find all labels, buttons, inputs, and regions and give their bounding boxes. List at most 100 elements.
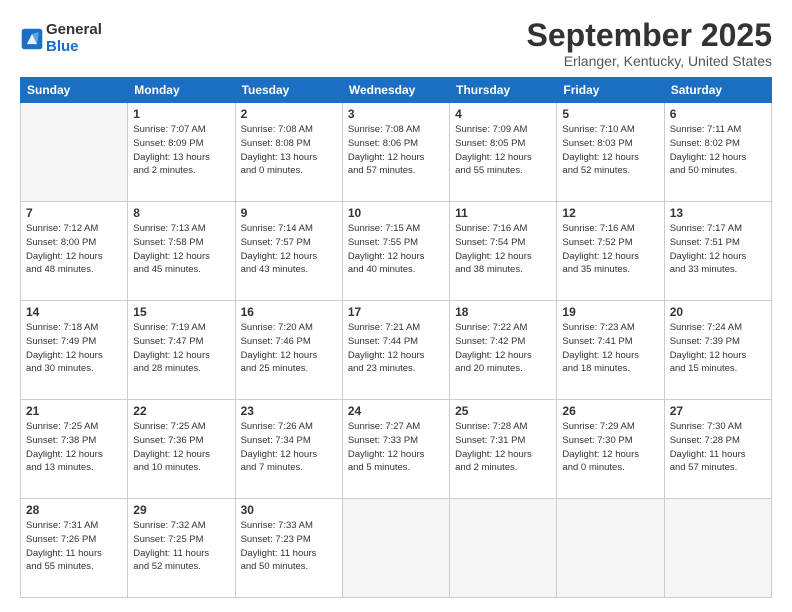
day-number: 2 — [241, 107, 337, 121]
calendar-cell: 25 Sunrise: 7:28 AMSunset: 7:31 PMDayligh… — [450, 400, 557, 499]
day-number: 22 — [133, 404, 229, 418]
calendar-header-tuesday: Tuesday — [235, 78, 342, 103]
calendar-cell: 13 Sunrise: 7:17 AMSunset: 7:51 PMDayligh… — [664, 202, 771, 301]
calendar-header-thursday: Thursday — [450, 78, 557, 103]
day-info: Sunrise: 7:24 AMSunset: 7:39 PMDaylight:… — [670, 321, 766, 376]
calendar-cell: 3Sunrise: 7:08 AMSunset: 8:06 PMDaylight… — [342, 103, 449, 202]
calendar-cell — [664, 499, 771, 598]
calendar-week-row: 14Sunrise: 7:18 AMSunset: 7:49 PMDayligh… — [21, 301, 772, 400]
day-number: 25 — [455, 404, 551, 418]
day-number: 20 — [670, 305, 766, 319]
calendar-cell: 21 Sunrise: 7:25 AMSunset: 7:38 PMDayligh… — [21, 400, 128, 499]
day-number: 9 — [241, 206, 337, 220]
calendar-cell: 27 Sunrise: 7:30 AMSunset: 7:28 PMDayligh… — [664, 400, 771, 499]
day-info: Sunrise: 7:12 AMSunset: 8:00 PMDaylight:… — [26, 222, 122, 277]
calendar-cell: 29 Sunrise: 7:32 AMSunset: 7:25 PMDayligh… — [128, 499, 235, 598]
calendar-cell: 23Sunrise: 7:26 AMSunset: 7:34 PMDayligh… — [235, 400, 342, 499]
calendar-cell: 19Sunrise: 7:23 AMSunset: 7:41 PMDayligh… — [557, 301, 664, 400]
calendar-cell: 26Sunrise: 7:29 AMSunset: 7:30 PMDayligh… — [557, 400, 664, 499]
day-info: Sunrise: 7:31 AMSunset: 7:26 PMDaylight:… — [26, 519, 122, 574]
logo: General Blue — [20, 22, 102, 55]
calendar-cell: 22 Sunrise: 7:25 AMSunset: 7:36 PMDayligh… — [128, 400, 235, 499]
month-title: September 2025 — [527, 18, 772, 53]
day-number: 4 — [455, 107, 551, 121]
day-info: Sunrise: 7:25 AMSunset: 7:36 PMDaylight:… — [133, 420, 229, 475]
calendar-header-saturday: Saturday — [664, 78, 771, 103]
day-number: 15 — [133, 305, 229, 319]
day-number: 24 — [348, 404, 444, 418]
day-number: 19 — [562, 305, 658, 319]
day-info: Sunrise: 7:29 AMSunset: 7:30 PMDaylight:… — [562, 420, 658, 475]
day-info: Sunrise: 7:10 AMSunset: 8:03 PMDaylight:… — [562, 123, 658, 178]
day-number: 30 — [241, 503, 337, 517]
day-info: Sunrise: 7:27 AMSunset: 7:33 PMDaylight:… — [348, 420, 444, 475]
calendar-cell: 17Sunrise: 7:21 AMSunset: 7:44 PMDayligh… — [342, 301, 449, 400]
logo-icon — [20, 27, 44, 51]
day-info: Sunrise: 7:17 AMSunset: 7:51 PMDaylight:… — [670, 222, 766, 277]
day-info: Sunrise: 7:08 AMSunset: 8:08 PMDaylight:… — [241, 123, 337, 178]
calendar-week-row: 21 Sunrise: 7:25 AMSunset: 7:38 PMDayligh… — [21, 400, 772, 499]
calendar-header-friday: Friday — [557, 78, 664, 103]
day-number: 18 — [455, 305, 551, 319]
calendar-header-row: SundayMondayTuesdayWednesdayThursdayFrid… — [21, 78, 772, 103]
calendar-cell: 1 Sunrise: 7:07 AMSunset: 8:09 PMDaylight… — [128, 103, 235, 202]
calendar: SundayMondayTuesdayWednesdayThursdayFrid… — [20, 77, 772, 598]
calendar-cell: 16Sunrise: 7:20 AMSunset: 7:46 PMDayligh… — [235, 301, 342, 400]
day-number: 11 — [455, 206, 551, 220]
location-title: Erlanger, Kentucky, United States — [527, 53, 772, 69]
day-number: 16 — [241, 305, 337, 319]
calendar-cell: 11 Sunrise: 7:16 AMSunset: 7:54 PMDayligh… — [450, 202, 557, 301]
day-info: Sunrise: 7:16 AMSunset: 7:54 PMDaylight:… — [455, 222, 551, 277]
calendar-cell: 30 Sunrise: 7:33 AMSunset: 7:23 PMDayligh… — [235, 499, 342, 598]
day-info: Sunrise: 7:14 AMSunset: 7:57 PMDaylight:… — [241, 222, 337, 277]
day-info: Sunrise: 7:13 AMSunset: 7:58 PMDaylight:… — [133, 222, 229, 277]
logo-general: General — [46, 22, 102, 39]
calendar-cell — [450, 499, 557, 598]
calendar-week-row: 28Sunrise: 7:31 AMSunset: 7:26 PMDayligh… — [21, 499, 772, 598]
day-info: Sunrise: 7:09 AMSunset: 8:05 PMDaylight:… — [455, 123, 551, 178]
day-number: 14 — [26, 305, 122, 319]
day-info: Sunrise: 7:28 AMSunset: 7:31 PMDaylight:… — [455, 420, 551, 475]
day-number: 3 — [348, 107, 444, 121]
day-number: 27 — [670, 404, 766, 418]
logo-blue: Blue — [46, 39, 102, 56]
day-number: 29 — [133, 503, 229, 517]
day-info: Sunrise: 7:19 AMSunset: 7:47 PMDaylight:… — [133, 321, 229, 376]
day-info: Sunrise: 7:32 AMSunset: 7:25 PMDaylight:… — [133, 519, 229, 574]
day-info: Sunrise: 7:25 AMSunset: 7:38 PMDaylight:… — [26, 420, 122, 475]
day-number: 13 — [670, 206, 766, 220]
calendar-cell: 15 Sunrise: 7:19 AMSunset: 7:47 PMDayligh… — [128, 301, 235, 400]
day-number: 12 — [562, 206, 658, 220]
calendar-cell: 4 Sunrise: 7:09 AMSunset: 8:05 PMDaylight… — [450, 103, 557, 202]
day-number: 1 — [133, 107, 229, 121]
calendar-cell: 9 Sunrise: 7:14 AMSunset: 7:57 PMDaylight… — [235, 202, 342, 301]
calendar-cell — [342, 499, 449, 598]
day-info: Sunrise: 7:15 AMSunset: 7:55 PMDaylight:… — [348, 222, 444, 277]
day-number: 8 — [133, 206, 229, 220]
calendar-header-monday: Monday — [128, 78, 235, 103]
calendar-header-sunday: Sunday — [21, 78, 128, 103]
day-info: Sunrise: 7:30 AMSunset: 7:28 PMDaylight:… — [670, 420, 766, 475]
day-info: Sunrise: 7:33 AMSunset: 7:23 PMDaylight:… — [241, 519, 337, 574]
day-info: Sunrise: 7:16 AMSunset: 7:52 PMDaylight:… — [562, 222, 658, 277]
day-number: 21 — [26, 404, 122, 418]
calendar-cell: 6 Sunrise: 7:11 AMSunset: 8:02 PMDaylight… — [664, 103, 771, 202]
calendar-cell: 20 Sunrise: 7:24 AMSunset: 7:39 PMDayligh… — [664, 301, 771, 400]
calendar-week-row: 1 Sunrise: 7:07 AMSunset: 8:09 PMDaylight… — [21, 103, 772, 202]
day-number: 10 — [348, 206, 444, 220]
title-area: September 2025 Erlanger, Kentucky, Unite… — [527, 18, 772, 69]
day-number: 23 — [241, 404, 337, 418]
day-info: Sunrise: 7:11 AMSunset: 8:02 PMDaylight:… — [670, 123, 766, 178]
logo-text: General Blue — [46, 22, 102, 55]
calendar-cell: 7Sunrise: 7:12 AMSunset: 8:00 PMDaylight… — [21, 202, 128, 301]
calendar-header-wednesday: Wednesday — [342, 78, 449, 103]
calendar-cell — [557, 499, 664, 598]
day-number: 6 — [670, 107, 766, 121]
calendar-cell: 12 Sunrise: 7:16 AMSunset: 7:52 PMDayligh… — [557, 202, 664, 301]
header: General Blue September 2025 Erlanger, Ke… — [20, 18, 772, 69]
calendar-cell — [21, 103, 128, 202]
calendar-cell: 24 Sunrise: 7:27 AMSunset: 7:33 PMDayligh… — [342, 400, 449, 499]
calendar-cell: 5Sunrise: 7:10 AMSunset: 8:03 PMDaylight… — [557, 103, 664, 202]
calendar-cell: 28Sunrise: 7:31 AMSunset: 7:26 PMDayligh… — [21, 499, 128, 598]
day-info: Sunrise: 7:07 AMSunset: 8:09 PMDaylight:… — [133, 123, 229, 178]
